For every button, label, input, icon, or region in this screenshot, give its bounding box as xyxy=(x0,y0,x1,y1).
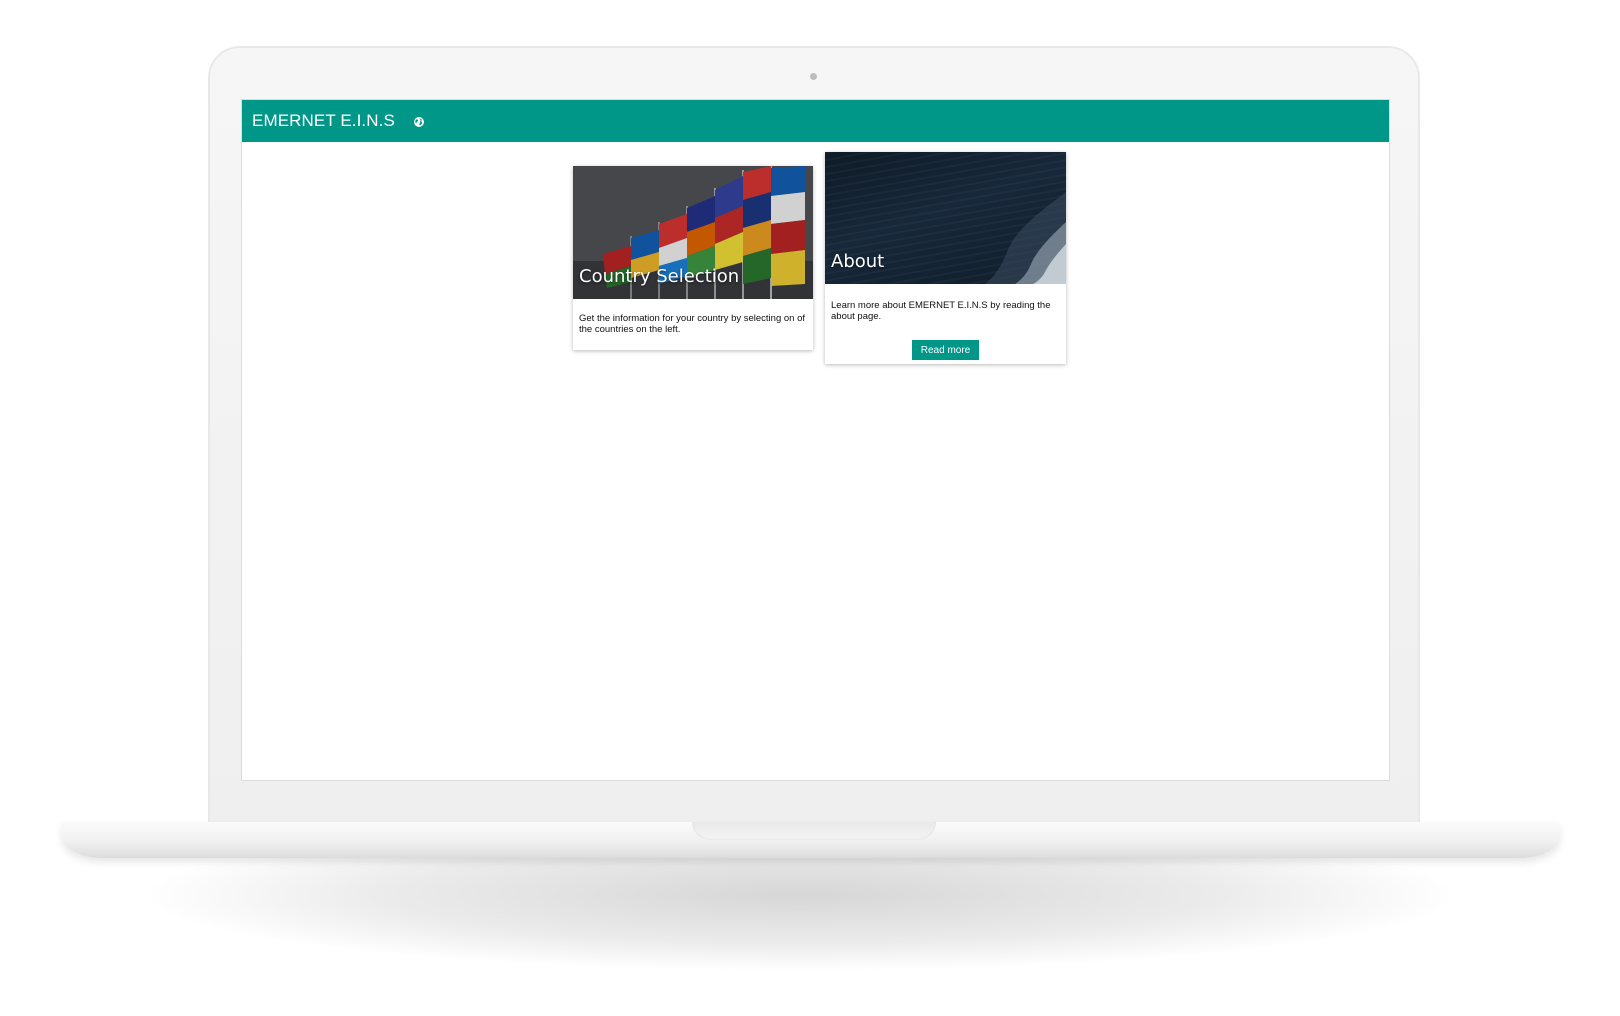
read-more-button[interactable]: Read more xyxy=(912,340,979,360)
card-title: About xyxy=(831,251,885,272)
flags-photo: Country Selection xyxy=(573,166,813,299)
globe-icon[interactable] xyxy=(413,115,425,127)
app-title: EMERNET E.I.N.S xyxy=(252,111,395,130)
laptop-mockup: EMERNET E.I.N.S Country Selection Get th… xyxy=(0,0,1620,1016)
country-selection-card[interactable]: Country Selection Get the information fo… xyxy=(573,166,813,350)
ocean-photo: About xyxy=(825,152,1066,284)
card-description: Get the information for your country by … xyxy=(579,313,806,335)
laptop-base-notch xyxy=(692,822,936,840)
app-bar: EMERNET E.I.N.S xyxy=(242,100,1389,142)
webcam xyxy=(810,73,817,80)
card-description: Learn more about EMERNET E.I.N.S by read… xyxy=(831,300,1051,322)
card-title: Country Selection xyxy=(579,266,740,287)
app-screen: EMERNET E.I.N.S Country Selection Get th… xyxy=(241,99,1390,781)
about-card[interactable]: About Learn more about EMERNET E.I.N.S b… xyxy=(825,152,1066,364)
